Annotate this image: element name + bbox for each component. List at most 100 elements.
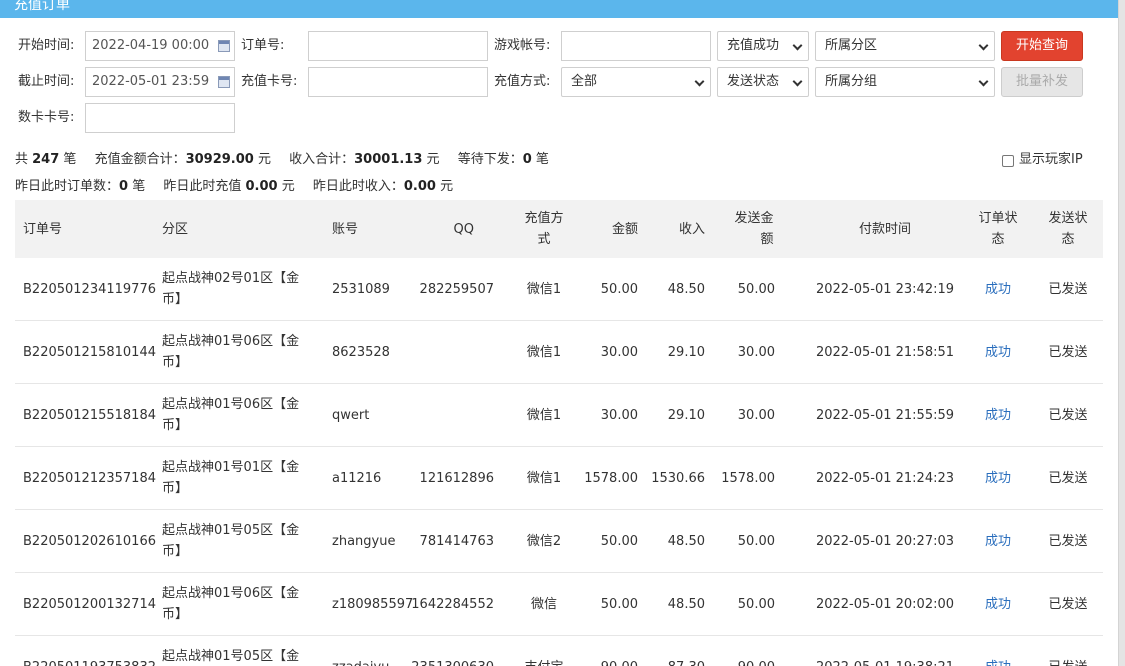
cell-send-status: 已发送	[1048, 596, 1088, 612]
calendar-icon[interactable]	[218, 76, 230, 88]
cell-send-status: 已发送	[1048, 533, 1088, 549]
summary-text: 元	[277, 179, 295, 194]
zone-text: 币】	[162, 355, 189, 370]
cell-order-no: B220501212357184	[23, 470, 156, 486]
cell-zone: 起点战神01号06区【金 币】	[162, 573, 312, 635]
summary-text: 笔	[531, 152, 549, 167]
cell-pay-method: 支付宝	[509, 636, 579, 666]
summary-text: 元	[253, 152, 271, 167]
cell-pay-method: 微信	[530, 596, 557, 612]
send-status-select[interactable]: 发送状态	[717, 67, 809, 97]
order-no-input[interactable]	[308, 31, 488, 61]
end-time-input[interactable]: 2022-05-01 23:59	[85, 67, 235, 97]
cell-pay-method: 微信1	[526, 344, 562, 360]
pay-method-select[interactable]: 全部	[561, 67, 711, 97]
cell-account: 2531089	[332, 281, 390, 297]
cell-pay-time: 2022-05-01 21:58:51	[815, 344, 955, 360]
cell-zone: 起点战神01号06区【金 币】	[162, 384, 312, 446]
table-row: B220501212357184 起点战神01号01区【金 币】 a11216 1216…	[15, 447, 1103, 510]
batch-resend-button[interactable]: 批量补发	[1001, 67, 1083, 97]
cell-pay-time: 2022-05-01 21:55:59	[815, 407, 955, 423]
recharge-status-value: 充值成功	[727, 38, 780, 53]
cell-order-status[interactable]: 成功	[968, 258, 1028, 320]
card-no-label: 充值卡号:	[241, 74, 298, 89]
recharge-status-select[interactable]: 充值成功	[717, 31, 809, 61]
header-income: 收入	[678, 221, 705, 237]
table-body: B220501234119776 起点战神02号01区【金 币】 2531089 282…	[15, 258, 1103, 666]
show-ip-checkbox[interactable]	[1002, 155, 1014, 167]
summary-text: 笔	[59, 152, 77, 167]
panel-title-bar: 充值订单	[0, 0, 1118, 18]
cell-order-no: B220501215518184	[23, 407, 156, 423]
cell-order-status[interactable]: 成功	[968, 447, 1028, 509]
cell-sent-amount: 90.00	[715, 636, 775, 666]
cell-amount: 90.00	[578, 636, 638, 666]
cell-zone: 起点战神02号01区【金 币】	[162, 258, 312, 320]
cell-order-status[interactable]: 成功	[968, 510, 1028, 572]
cell-income: 29.10	[667, 344, 705, 360]
summary-line-2: 昨日此时订单数：0 笔 昨日此时充值 0.00 元 昨日此时收入：0.00 元	[15, 179, 453, 195]
header-amount: 金额	[611, 221, 638, 237]
cell-send-status: 已发送	[1048, 281, 1088, 297]
total-income: 30001.13	[354, 152, 423, 167]
cell-order-no: B220501200132714	[23, 596, 156, 612]
zone-select[interactable]: 所属分区	[815, 31, 995, 61]
cell-order-status[interactable]: 成功	[968, 636, 1028, 666]
header-sent-amount: 发送金额	[720, 200, 788, 258]
pending-count: 0	[522, 152, 532, 167]
cell-send-status: 已发送	[1048, 407, 1088, 423]
start-time-value: 2022-04-19 00:00	[92, 38, 210, 53]
card-no-input[interactable]	[308, 67, 488, 97]
yesterday-amount: 0.00	[245, 179, 278, 194]
chevron-down-icon	[792, 40, 803, 51]
header-send-status: 发送状态	[1038, 200, 1098, 258]
total-count: 247	[32, 152, 60, 167]
table-header: 订单号 分区 账号 QQ 充值方式 金额 收入 发送金额 付款时间 订单状态 发…	[15, 200, 1103, 258]
yesterday-orders: 0	[119, 179, 129, 194]
game-account-input[interactable]	[561, 31, 711, 61]
cell-income: 87.30	[645, 636, 705, 666]
card-card-input[interactable]	[85, 103, 235, 133]
cell-sent-amount: 50.00	[737, 281, 775, 297]
cell-income: 29.10	[667, 407, 705, 423]
cell-account: zhangyue	[332, 533, 396, 549]
cell-sent-amount: 50.00	[737, 596, 775, 612]
group-select[interactable]: 所属分组	[815, 67, 995, 97]
cell-qq	[412, 384, 494, 446]
cell-pay-method: 微信1	[526, 281, 562, 297]
page-scrollbar[interactable]	[1118, 0, 1125, 666]
summary-text: 元	[435, 179, 454, 194]
zone-text: 起点战神01号05区【金	[162, 523, 300, 538]
header-text: 订单状	[978, 211, 1018, 226]
cell-sent-amount: 1578.00	[721, 470, 775, 486]
cell-zone: 起点战神01号06区【金 币】	[162, 321, 312, 383]
zone-text: 起点战神02号01区【金	[162, 271, 300, 286]
show-ip-label[interactable]: 显示玩家IP	[1019, 152, 1083, 168]
cell-qq	[412, 321, 494, 383]
start-time-input[interactable]: 2022-04-19 00:00	[85, 31, 235, 61]
chevron-down-icon	[978, 40, 989, 51]
cell-pay-time: 2022-05-01 19:38:21	[785, 636, 985, 666]
table-row: B220501193753832起点战神01号05区【金币】 zzadaiyu23…	[15, 636, 1103, 666]
table-row: B220501234119776 起点战神02号01区【金 币】 2531089 282…	[15, 258, 1103, 321]
cell-pay-method: 微信2	[526, 533, 562, 549]
zone-text: 起点战神01号05区【金	[162, 649, 300, 664]
zone-text: 币】	[162, 418, 189, 433]
cell-order-no: B220501202610166	[23, 533, 156, 549]
cell-income: 48.50	[667, 281, 705, 297]
calendar-icon[interactable]	[218, 40, 230, 52]
summary-text: 等待下发：	[457, 152, 523, 167]
pay-method-label: 充值方式:	[494, 74, 551, 89]
header-order-no: 订单号	[23, 221, 63, 237]
cell-income: 48.50	[667, 596, 705, 612]
card-card-label: 数卡卡号:	[18, 110, 75, 125]
cell-account: qwert	[332, 407, 370, 423]
cell-order-status[interactable]: 成功	[968, 384, 1028, 446]
cell-order-status[interactable]: 成功	[968, 321, 1028, 383]
cell-order-status[interactable]: 成功	[968, 573, 1028, 635]
start-search-button[interactable]: 开始查询	[1001, 31, 1083, 61]
orders-table: 订单号 分区 账号 QQ 充值方式 金额 收入 发送金额 付款时间 订单状态 发…	[15, 200, 1103, 666]
table-row: B220501215810144 起点战神01号06区【金 币】 8623528 微信1…	[15, 321, 1103, 384]
cell-qq: 121612896	[419, 470, 494, 486]
table-row: B220501215518184 起点战神01号06区【金 币】 qwert 微信1 30…	[15, 384, 1103, 447]
